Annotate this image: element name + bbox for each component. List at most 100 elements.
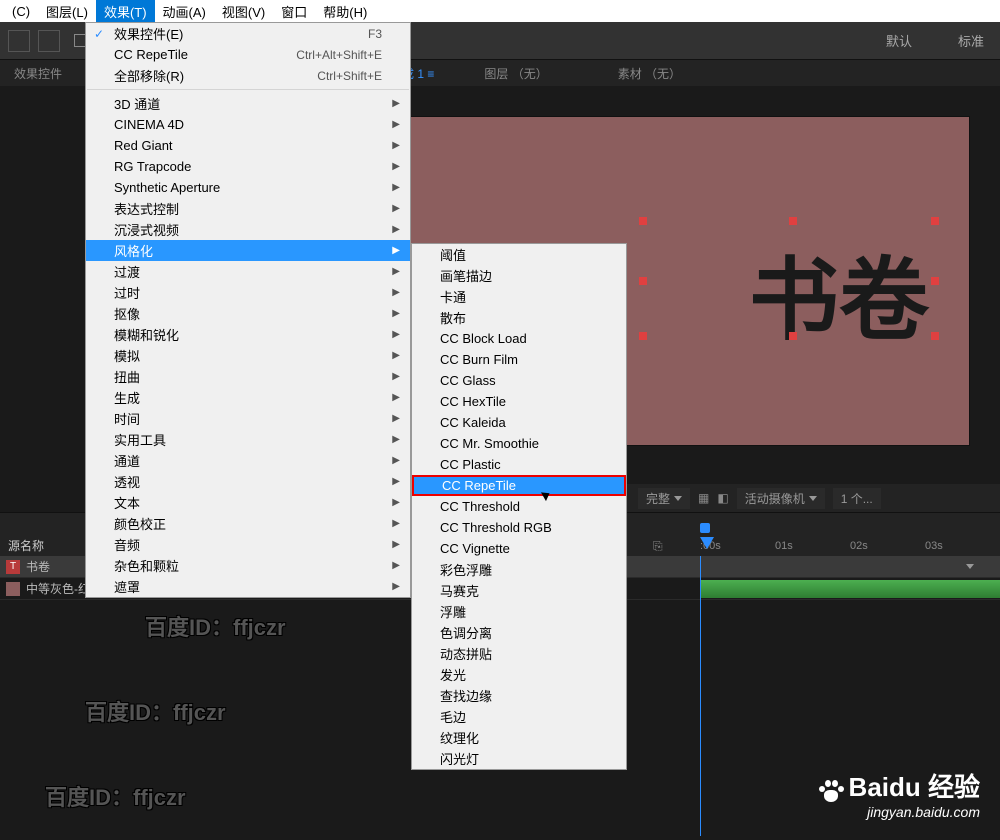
submenu-item-label: CC RepeTile xyxy=(442,478,516,493)
playhead-in[interactable] xyxy=(700,523,710,533)
submenu-item[interactable]: 画笔描边 xyxy=(412,265,626,286)
submenu-item-label: 色调分离 xyxy=(440,623,492,642)
menu-item[interactable]: 模糊和锐化▶ xyxy=(86,324,410,345)
tool-rect-icon[interactable] xyxy=(38,30,60,52)
menu-item[interactable]: 全部移除(R)Ctrl+Shift+E xyxy=(86,65,410,86)
submenu-item-label: 马赛克 xyxy=(440,581,479,600)
grid-icon[interactable]: ▦ xyxy=(698,491,709,505)
chevron-right-icon: ▶ xyxy=(392,371,400,382)
menu-item[interactable]: 遮罩▶ xyxy=(86,576,410,597)
menu-item[interactable]: 生成▶ xyxy=(86,387,410,408)
menu-layer[interactable]: 图层(L) xyxy=(38,0,96,23)
selection-handle[interactable] xyxy=(931,217,939,225)
selection-handle[interactable] xyxy=(639,217,647,225)
tool-selection-icon[interactable] xyxy=(8,30,30,52)
chevron-right-icon: ▶ xyxy=(392,308,400,319)
submenu-item[interactable]: 散布 xyxy=(412,307,626,328)
submenu-item-label: CC Threshold xyxy=(440,499,520,514)
chevron-right-icon: ▶ xyxy=(392,224,400,235)
submenu-item[interactable]: 查找边缘 xyxy=(412,685,626,706)
submenu-item[interactable]: 阈值 xyxy=(412,244,626,265)
menu-item[interactable]: 时间▶ xyxy=(86,408,410,429)
submenu-item[interactable]: CC HexTile xyxy=(412,391,626,412)
submenu-item[interactable]: 色调分离 xyxy=(412,622,626,643)
menu-item[interactable]: Synthetic Aperture▶ xyxy=(86,177,410,198)
menu-item[interactable]: ✓效果控件(E)F3 xyxy=(86,23,410,44)
submenu-item[interactable]: CC Plastic xyxy=(412,454,626,475)
selection-handle[interactable] xyxy=(931,332,939,340)
menu-item[interactable]: 扭曲▶ xyxy=(86,366,410,387)
submenu-item[interactable]: CC Threshold RGB xyxy=(412,517,626,538)
submenu-item[interactable]: 动态拼贴 xyxy=(412,643,626,664)
marker-icon[interactable]: ⎘ xyxy=(653,539,663,554)
views-dropdown[interactable]: 1 个... xyxy=(833,488,881,509)
menu-item-label: Synthetic Aperture xyxy=(114,180,220,195)
submenu-item[interactable]: 闪光灯 xyxy=(412,748,626,769)
menu-item[interactable]: 过时▶ xyxy=(86,282,410,303)
submenu-item-label: CC Burn Film xyxy=(440,352,518,367)
menu-item[interactable]: 沉浸式视频▶ xyxy=(86,219,410,240)
menu-effect[interactable]: 效果(T) xyxy=(96,0,155,23)
chevron-right-icon: ▶ xyxy=(392,581,400,592)
menu-item[interactable]: 模拟▶ xyxy=(86,345,410,366)
menu-item[interactable]: 3D 通道▶ xyxy=(86,93,410,114)
workspace-default[interactable]: 默认 xyxy=(878,27,920,54)
menu-item[interactable]: CINEMA 4D▶ xyxy=(86,114,410,135)
menu-item[interactable]: 过渡▶ xyxy=(86,261,410,282)
menu-item[interactable]: 实用工具▶ xyxy=(86,429,410,450)
menu-item[interactable]: 文本▶ xyxy=(86,492,410,513)
submenu-item[interactable]: 彩色浮雕 xyxy=(412,559,626,580)
menu-item[interactable]: 抠像▶ xyxy=(86,303,410,324)
submenu-item-label: 发光 xyxy=(440,665,466,684)
submenu-item[interactable]: CC RepeTile xyxy=(412,475,626,496)
mask-icon[interactable]: ◧ xyxy=(717,491,728,505)
menu-item[interactable]: CC RepeTileCtrl+Alt+Shift+E xyxy=(86,44,410,65)
chevron-right-icon: ▶ xyxy=(392,560,400,571)
submenu-item[interactable]: 发光 xyxy=(412,664,626,685)
layer-duration-bar[interactable] xyxy=(700,580,1000,598)
menu-item[interactable]: 音频▶ xyxy=(86,534,410,555)
menu-item[interactable]: 通道▶ xyxy=(86,450,410,471)
menu-help[interactable]: 帮助(H) xyxy=(315,0,375,23)
menu-item-label: 效果控件(E) xyxy=(114,24,183,43)
menu-item[interactable]: 颜色校正▶ xyxy=(86,513,410,534)
selection-handle[interactable] xyxy=(639,332,647,340)
submenu-item[interactable]: CC Vignette xyxy=(412,538,626,559)
selection-handle[interactable] xyxy=(789,217,797,225)
submenu-item[interactable]: CC Threshold xyxy=(412,496,626,517)
chevron-down-icon[interactable] xyxy=(966,564,974,569)
camera-dropdown[interactable]: 活动摄像机 xyxy=(737,488,825,509)
menu-view[interactable]: 视图(V) xyxy=(214,0,273,23)
menu-item[interactable]: 表达式控制▶ xyxy=(86,198,410,219)
submenu-item[interactable]: 卡通 xyxy=(412,286,626,307)
menu-c[interactable]: (C) xyxy=(4,2,38,21)
submenu-item[interactable]: 毛边 xyxy=(412,706,626,727)
menu-item[interactable]: 杂色和颗粒▶ xyxy=(86,555,410,576)
workspace-standard[interactable]: 标准 xyxy=(950,27,992,54)
submenu-item[interactable]: 纹理化 xyxy=(412,727,626,748)
submenu-item[interactable]: 马赛克 xyxy=(412,580,626,601)
menu-item[interactable]: RG Trapcode▶ xyxy=(86,156,410,177)
selection-handle[interactable] xyxy=(931,277,939,285)
submenu-item-label: CC Mr. Smoothie xyxy=(440,436,539,451)
menu-item[interactable]: 透视▶ xyxy=(86,471,410,492)
submenu-item[interactable]: CC Burn Film xyxy=(412,349,626,370)
submenu-item[interactable]: CC Block Load xyxy=(412,328,626,349)
layer-tab[interactable]: 图层 （无） xyxy=(474,61,557,86)
submenu-item[interactable]: CC Kaleida xyxy=(412,412,626,433)
menu-item[interactable]: Red Giant▶ xyxy=(86,135,410,156)
selection-handle[interactable] xyxy=(789,332,797,340)
quality-dropdown[interactable]: 完整 xyxy=(638,488,690,509)
menu-item[interactable]: 风格化▶ xyxy=(86,240,410,261)
submenu-item-label: 卡通 xyxy=(440,287,466,306)
menu-window[interactable]: 窗口 xyxy=(273,0,315,23)
submenu-item-label: CC Plastic xyxy=(440,457,501,472)
effect-controls-tab[interactable]: 效果控件 xyxy=(4,61,72,86)
submenu-item[interactable]: CC Mr. Smoothie xyxy=(412,433,626,454)
menu-item-label: CC RepeTile xyxy=(114,47,188,62)
selection-handle[interactable] xyxy=(639,277,647,285)
menu-animation[interactable]: 动画(A) xyxy=(155,0,214,23)
footage-tab[interactable]: 素材 （无） xyxy=(608,61,691,86)
submenu-item[interactable]: 浮雕 xyxy=(412,601,626,622)
submenu-item[interactable]: CC Glass xyxy=(412,370,626,391)
